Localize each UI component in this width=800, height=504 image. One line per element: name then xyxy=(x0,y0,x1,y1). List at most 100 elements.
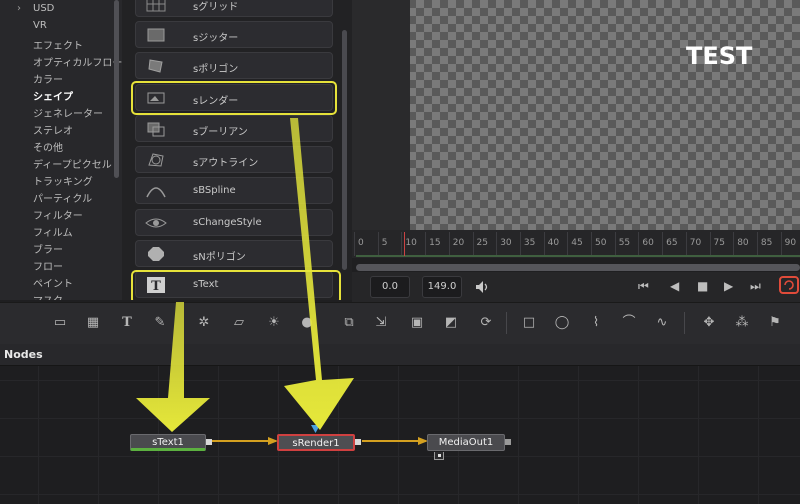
tool-item-snpolygon[interactable]: sNポリゴン xyxy=(135,240,333,267)
category-item-particle[interactable]: パーティクル xyxy=(33,190,92,205)
bspline-mask-icon[interactable]: ⌒ xyxy=(620,315,638,331)
paint-brush-icon[interactable]: ✎ xyxy=(151,315,169,331)
node-mediaout1[interactable]: MediaOut1 xyxy=(427,434,505,451)
category-item-tracking[interactable]: トラッキング xyxy=(33,173,93,188)
timeline-tick-label: 15 xyxy=(429,238,441,248)
grid-icon xyxy=(146,0,166,12)
dve-icon[interactable]: ◩ xyxy=(442,315,460,331)
text-tool-icon[interactable]: T xyxy=(118,315,136,331)
step-back-icon[interactable]: ◀ xyxy=(670,279,679,293)
transform-icon[interactable]: ⧉ xyxy=(340,315,358,331)
timeline-tick xyxy=(614,232,616,256)
node-srender1[interactable]: sRender1 xyxy=(277,434,355,451)
category-item-flow[interactable]: フロー xyxy=(33,258,63,273)
rectangle-mask-icon[interactable]: □ xyxy=(520,315,538,331)
merge-tool-icon[interactable]: ▦ xyxy=(84,315,102,331)
timeline-tick-label: 85 xyxy=(760,238,773,248)
particles-icon[interactable]: ✲ xyxy=(195,315,213,331)
loop-button[interactable] xyxy=(779,276,799,294)
tool-label: sグリッド xyxy=(193,2,239,13)
tool-item-sgrid[interactable]: sグリッド xyxy=(135,0,333,17)
background-tool-icon[interactable]: ▭ xyxy=(51,315,69,331)
timeline-tick-label: 0 xyxy=(358,238,364,248)
tool-item-sjitter[interactable]: sジッター xyxy=(135,21,333,48)
category-item-shape[interactable]: シェイプ xyxy=(33,88,73,103)
resize-icon[interactable]: ⇲ xyxy=(372,315,390,331)
nodes-panel-header xyxy=(0,344,800,366)
skip-to-start-icon[interactable]: ⏮ xyxy=(638,279,649,294)
category-item-film[interactable]: フィルム xyxy=(33,224,73,239)
timeline-tick-label: 75 xyxy=(713,238,725,248)
color-curves-icon[interactable]: ▱ xyxy=(230,315,248,331)
category-item-mask[interactable]: マスク xyxy=(33,292,63,300)
timeline-ruler[interactable]: 0 5 10 15 20 25 30 35 40 45 50 55 60 65 70 75 80 85 90 xyxy=(352,230,800,258)
timeline-tick-label: 80 xyxy=(737,238,749,248)
crop-icon[interactable]: ▣ xyxy=(408,315,426,331)
category-item-paint[interactable]: ペイント xyxy=(33,275,73,290)
category-item-generator[interactable]: ジェネレーター xyxy=(33,105,103,120)
skip-to-end-icon[interactable]: ⏭ xyxy=(750,279,761,294)
timeline-tick xyxy=(780,232,782,256)
category-item-deeppixel[interactable]: ディープピクセル xyxy=(33,156,112,171)
timeline-tick-label: 70 xyxy=(689,238,702,248)
tool-list-scrollbar[interactable] xyxy=(342,30,347,270)
category-item-filter[interactable]: フィルター xyxy=(33,207,83,222)
polygon-mask-icon[interactable]: ⌇ xyxy=(587,315,605,331)
stext-highlight-box xyxy=(131,270,341,300)
brightness-icon[interactable]: ☀ xyxy=(265,315,283,331)
end-time-field[interactable]: 149.0 xyxy=(422,276,462,298)
category-item-misc[interactable]: その他 xyxy=(33,139,63,154)
category-item-vr[interactable]: VR xyxy=(33,20,47,31)
link-stext-to-srender xyxy=(210,440,276,442)
node-selected-marker-icon xyxy=(311,425,320,433)
category-list: › USD VR エフェクト オプティカルフロー カラー シェイプ ジェネレータ… xyxy=(0,0,122,300)
category-item-opticalflow[interactable]: オプティカルフロー xyxy=(33,54,122,69)
category-scrollbar[interactable] xyxy=(114,0,119,178)
timeline-scrollbar[interactable] xyxy=(356,264,800,271)
viewer-canvas[interactable] xyxy=(352,0,800,230)
node-stext1[interactable]: sText1 xyxy=(130,434,206,451)
play-icon[interactable]: ▶ xyxy=(724,279,733,293)
particle-emitter-icon[interactable]: ✥ xyxy=(700,315,718,331)
tool-label: sブーリアン xyxy=(193,127,248,138)
timeline-range-bar xyxy=(356,255,800,257)
tool-item-sbspline[interactable]: sBSpline xyxy=(135,177,333,204)
tool-label: sChangeStyle xyxy=(193,217,262,228)
current-time-field[interactable]: 0.0 xyxy=(370,276,410,298)
node-output-port[interactable] xyxy=(355,439,361,445)
node-view-dot-icon xyxy=(438,454,441,457)
nodes-panel-title: Nodes xyxy=(4,348,43,361)
node-output-port[interactable] xyxy=(505,439,511,445)
ellipse-mask-icon[interactable]: ◯ xyxy=(553,315,571,331)
tool-item-sboolean[interactable]: sブーリアン xyxy=(135,115,333,142)
magic-mask-icon[interactable]: ∿ xyxy=(653,315,671,331)
category-item-stereo[interactable]: ステレオ xyxy=(33,122,73,137)
particle-render-icon[interactable]: ⁂ xyxy=(733,315,751,331)
volume-icon[interactable] xyxy=(474,279,490,295)
tool-item-schangestyle[interactable]: sChangeStyle xyxy=(135,209,333,236)
tool-list: sグリッド sジッター sポリゴン sレンダー sブーリアン sアウトライン s… xyxy=(122,0,352,300)
tool-label: sポリゴン xyxy=(193,64,239,75)
node-output-port[interactable] xyxy=(206,439,212,445)
viewer-overlay-text: TEST xyxy=(686,42,753,70)
tool-item-spolygon[interactable]: sポリゴン xyxy=(135,52,333,79)
chevron-right-icon[interactable]: › xyxy=(17,3,21,14)
particle-style-icon[interactable]: ⚑ xyxy=(766,315,784,331)
timeline-tick xyxy=(591,232,592,256)
timeline-tick xyxy=(543,232,545,256)
blur-drop-icon[interactable]: ● xyxy=(298,315,316,331)
tool-item-soutline[interactable]: sアウトライン xyxy=(135,146,333,173)
category-item-blur[interactable]: ブラー xyxy=(33,241,63,256)
category-item-color[interactable]: カラー xyxy=(33,71,63,86)
playhead[interactable] xyxy=(404,232,405,256)
polygon-icon xyxy=(148,59,163,73)
category-item-usd[interactable]: USD xyxy=(33,3,54,14)
toolbar-divider xyxy=(684,312,685,334)
boolean-icon xyxy=(147,122,165,137)
jitter-icon xyxy=(147,28,165,42)
category-item-effect[interactable]: エフェクト xyxy=(33,37,83,52)
stop-icon[interactable]: ■ xyxy=(697,279,708,293)
node-editor-canvas[interactable] xyxy=(0,366,800,504)
loop-icon xyxy=(784,280,794,290)
loop-tool-icon[interactable]: ⟳ xyxy=(477,315,495,331)
